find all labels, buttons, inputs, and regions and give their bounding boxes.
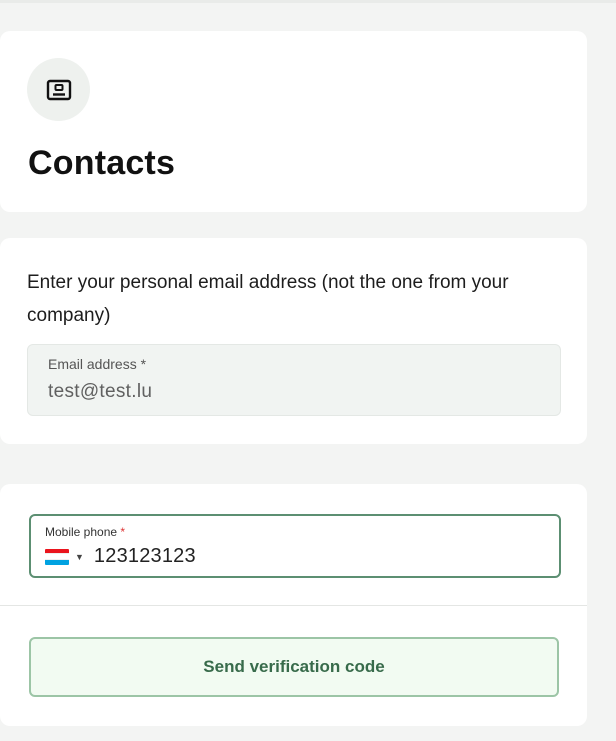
header-icon-circle [27,58,90,121]
email-field-label: Email address * [48,356,147,372]
email-field[interactable]: Email address * test@test.lu [27,344,561,416]
email-field-value[interactable]: test@test.lu [48,381,152,403]
send-verification-code-button[interactable]: Send verification code [29,637,559,697]
luxembourg-flag-icon[interactable] [45,548,69,565]
phone-card-divider [0,605,587,606]
required-mark: * [120,525,126,539]
phone-input-row: ▼ 123123123 [45,545,196,568]
contacts-header-card: Contacts [0,31,587,212]
mobile-phone-label-text: Mobile phone [45,525,118,539]
email-instruction: Enter your personal email address (not t… [27,272,509,326]
country-dropdown-caret-icon[interactable]: ▼ [75,552,84,562]
email-card: Enter your personal email address (not t… [0,238,587,444]
mobile-phone-field[interactable]: Mobile phone * ▼ 123123123 [29,514,561,578]
mobile-phone-label: Mobile phone * [45,525,125,539]
mobile-phone-value[interactable]: 123123123 [94,545,196,568]
page-title: Contacts [28,144,176,182]
id-card-icon [46,79,71,100]
top-divider [0,0,616,3]
phone-card: Mobile phone * ▼ 123123123 Send verifica… [0,484,587,726]
